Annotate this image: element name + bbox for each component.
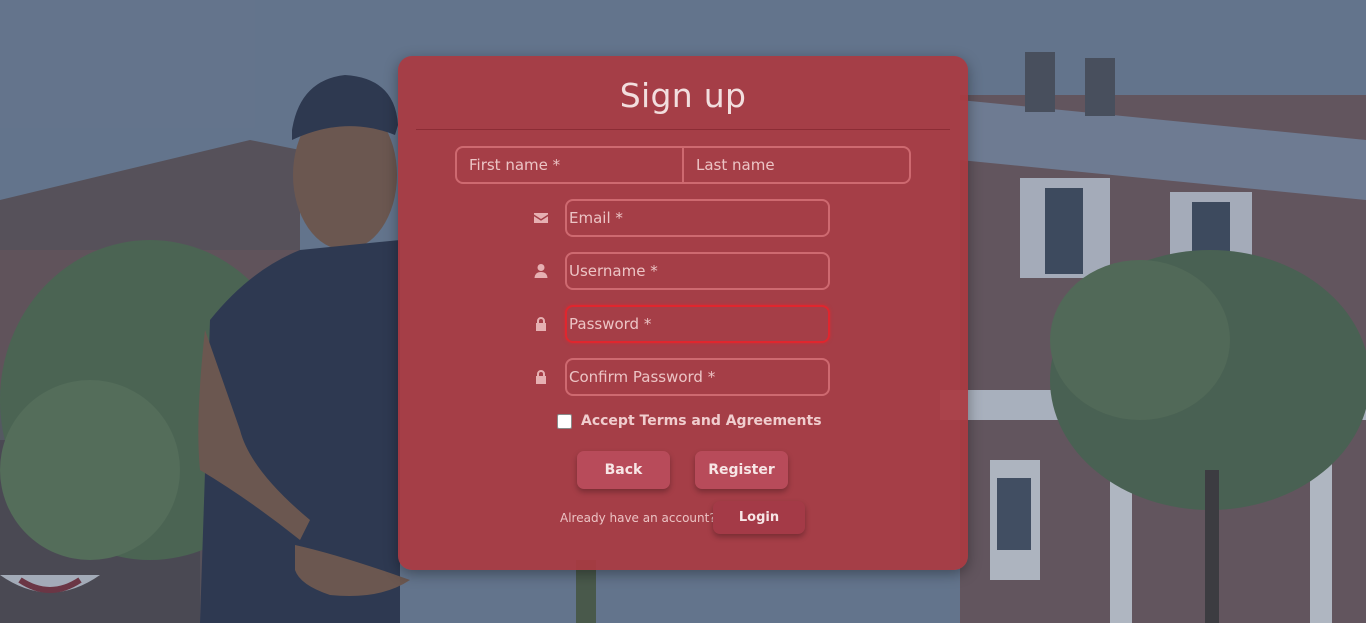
envelope-icon xyxy=(528,205,554,231)
lock-icon xyxy=(528,311,554,337)
user-icon xyxy=(528,258,554,284)
terms-label[interactable]: Accept Terms and Agreements xyxy=(581,413,822,429)
lock-icon xyxy=(528,364,554,390)
login-button[interactable]: Login xyxy=(713,501,805,534)
first-name-input[interactable] xyxy=(457,148,682,182)
page-title: Sign up xyxy=(619,76,747,115)
password-input[interactable] xyxy=(565,305,830,343)
register-button[interactable]: Register xyxy=(695,451,788,489)
name-row xyxy=(455,146,911,184)
back-button[interactable]: Back xyxy=(577,451,670,489)
last-name-input[interactable] xyxy=(682,148,909,182)
password-field xyxy=(528,305,833,343)
confirm-password-field xyxy=(528,358,833,396)
email-input[interactable] xyxy=(565,199,830,237)
terms-row: Accept Terms and Agreements xyxy=(557,413,822,429)
confirm-password-input[interactable] xyxy=(565,358,830,396)
email-field xyxy=(528,199,833,237)
signup-card: Sign up Accept Terms and Agreements Back… xyxy=(398,56,968,570)
username-input[interactable] xyxy=(565,252,830,290)
title-divider xyxy=(416,129,950,130)
terms-checkbox[interactable] xyxy=(557,413,572,429)
username-field xyxy=(528,252,833,290)
already-account-text: Already have an account? xyxy=(560,511,716,525)
